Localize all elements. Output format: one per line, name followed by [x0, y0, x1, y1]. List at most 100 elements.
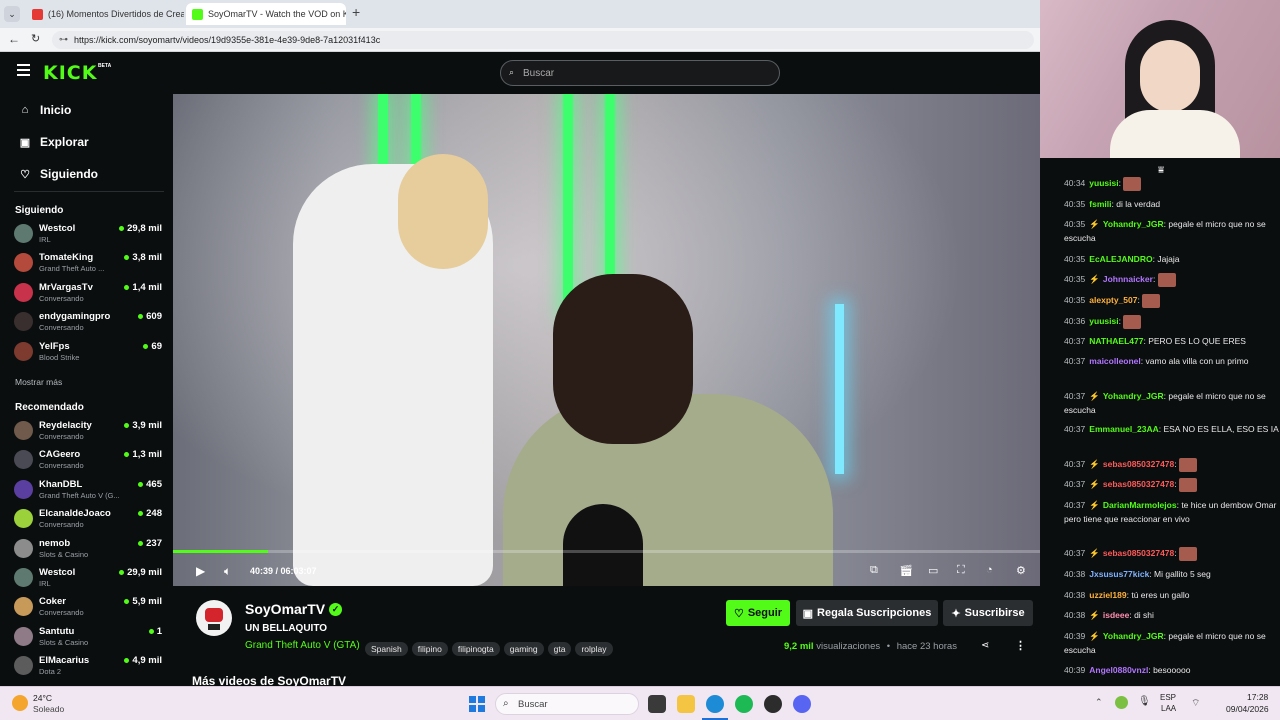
clock-time[interactable]: 17:28 [1247, 692, 1268, 702]
play-icon[interactable]: ▶ [196, 564, 205, 578]
url-text: https://kick.com/soyomartv/videos/19d935… [74, 35, 381, 45]
sidebar-channel-coker[interactable]: Coker Conversando 5,9 mil [14, 594, 162, 620]
nav-explorar[interactable]: ▣ Explorar [18, 135, 89, 149]
chevron-up-icon[interactable]: ⌃ [1095, 697, 1103, 708]
viewer-number: 4,9 mil [132, 655, 162, 667]
microphone-icon[interactable]: 🎙︎ [1138, 696, 1151, 707]
edge-icon[interactable] [706, 695, 724, 713]
message-username[interactable]: yuusisi [1089, 178, 1118, 188]
tab-list-chevron-icon[interactable]: ⌄ [4, 6, 20, 22]
reload-icon[interactable]: ↻ [31, 32, 40, 45]
video-frame[interactable] [173, 94, 1040, 586]
message-username[interactable]: Yohandry_JGR [1103, 219, 1164, 229]
sidebar-channel-khandbl[interactable]: KhanDBL Grand Theft Auto V (G... 465 [14, 477, 162, 503]
message-username[interactable]: alexpty_507 [1089, 295, 1137, 305]
taskbar-search[interactable]: ⌕ Buscar [495, 693, 639, 715]
message-username[interactable]: Johnnaicker [1103, 274, 1153, 284]
app-icon[interactable] [764, 695, 782, 713]
message-username[interactable]: Yohandry_JGR [1103, 631, 1164, 641]
sidebar-channel-reydelacity[interactable]: Reydelacity Conversando 3,9 mil [14, 418, 162, 444]
message-username[interactable]: maicolleonel [1089, 356, 1141, 366]
chat-message: 40:37 ⚡ DarianMarmolejos: te hice un dembo… [1064, 500, 1277, 524]
sidebar-channel-yelfps[interactable]: YelFps Blood Strike 69 [14, 339, 162, 365]
weather-icon[interactable] [12, 695, 28, 711]
kick-logo[interactable]: KICK [43, 62, 97, 84]
network-icon[interactable]: ⌔ [1191, 697, 1200, 710]
message-username[interactable]: Angel0880vnzl [1089, 665, 1148, 675]
viewer-count: 609 [138, 311, 162, 322]
message-username[interactable]: Emmanuel_23AA [1089, 424, 1158, 434]
follow-button[interactable]: ♡ Seguir [726, 600, 790, 626]
message-username[interactable]: isdeee [1103, 610, 1129, 620]
discord-icon[interactable] [793, 695, 811, 713]
sidebar-channel-tomateking[interactable]: TomateKing Grand Theft Auto ... 3,8 mil [14, 250, 162, 276]
message-username[interactable]: sebas0850327478 [1103, 479, 1174, 489]
fullscreen-icon[interactable]: ⛶ [957, 564, 965, 577]
tag[interactable]: filipino [411, 642, 448, 656]
windows-start-icon[interactable] [469, 696, 485, 712]
language-code[interactable]: ESP [1160, 693, 1176, 702]
new-tab-button[interactable]: + [352, 4, 360, 20]
message-username[interactable]: fsmili [1089, 199, 1111, 209]
subscribe-button[interactable]: ✦ Suscribirse [943, 600, 1033, 626]
channel-name: endygamingpro [39, 311, 111, 323]
message-username[interactable]: sebas0850327478 [1103, 548, 1174, 558]
message-username[interactable]: yuusisi [1089, 316, 1118, 326]
tag[interactable]: gta [547, 642, 572, 656]
message-username[interactable]: Yohandry_JGR [1103, 391, 1164, 401]
clip-icon[interactable]: 🎬︎ [899, 564, 913, 577]
sidebar-channel-westcol[interactable]: Westcol IRL 29,8 mil [14, 221, 162, 247]
message-username[interactable]: DarianMarmolejos [1103, 500, 1177, 510]
search-input[interactable]: ⌕ Buscar [500, 60, 780, 86]
category-link[interactable]: Grand Theft Auto V (GTA) [245, 640, 360, 651]
sidebar-channel-santutu[interactable]: Santutu Slots & Casino 1 [14, 624, 162, 650]
sidebar-channel-mrvargastv[interactable]: MrVargasTv Conversando 1,4 mil [14, 280, 162, 306]
chat-message: 40:38 ⚡ isdeee: di shi [1064, 610, 1154, 620]
viewer-number: 1,3 mil [132, 449, 162, 461]
nav-inicio[interactable]: ⌂ Inicio [18, 103, 72, 117]
sidebar-channel-cageero[interactable]: CAGeero Conversando 1,3 mil [14, 447, 162, 473]
speed-icon[interactable]: ◔ [986, 564, 993, 576]
sidebar-channel-nemob[interactable]: nemob Slots & Casino 237 [14, 536, 162, 562]
progress-bar[interactable] [173, 550, 1040, 553]
message-username[interactable]: sebas0850327478 [1103, 459, 1174, 469]
tag[interactable]: gaming [503, 642, 544, 656]
theater-icon[interactable]: ▭ [928, 564, 938, 577]
tab-soyomartv[interactable]: SoyOmarTV - Watch the VOD on K ✕ [186, 3, 346, 25]
message-username[interactable]: NATHAEL477 [1089, 336, 1143, 346]
back-icon[interactable]: ← [8, 32, 20, 46]
tag[interactable]: filipinogta [451, 642, 500, 656]
viewer-count: 5,9 mil [124, 596, 162, 607]
miniplayer-icon[interactable]: ⧉ [870, 564, 878, 577]
message-username[interactable]: uzziel189 [1089, 590, 1126, 600]
filter-icon[interactable]: ⩸ [1158, 165, 1164, 176]
file-explorer-icon[interactable] [677, 695, 695, 713]
url-field[interactable]: ⊶ https://kick.com/soyomartv/videos/19d9… [52, 31, 1034, 49]
channel-avatar[interactable] [196, 600, 232, 636]
sidebar-channel-westcol[interactable]: Westcol IRL 29,9 mil [14, 565, 162, 591]
message-username[interactable]: EcALEJANDRO [1089, 254, 1152, 264]
tab-momentos[interactable]: (16) Momentos Divertidos de Crea ✕ [26, 3, 184, 25]
tag[interactable]: Spanish [365, 642, 408, 656]
nav-siguiendo[interactable]: ♡ Siguiendo [18, 167, 98, 181]
channel-category: Grand Theft Auto ... [39, 264, 105, 274]
share-icon[interactable]: ⋖ [981, 640, 989, 651]
menu-icon[interactable] [17, 64, 30, 76]
gift-subs-button[interactable]: ▣ Regala Suscripciones [796, 600, 938, 626]
task-view-icon[interactable] [648, 695, 666, 713]
settings-icon[interactable]: ⚙ [1016, 564, 1026, 577]
sidebar-channel-elcanaldejoaco[interactable]: ElcanaldeJoaco Conversando 248 [14, 506, 162, 532]
sidebar-channel-endygamingpro[interactable]: endygamingpro Conversando 609 [14, 309, 162, 335]
more-options-icon[interactable]: ⋮ [1015, 639, 1026, 652]
spotify-icon[interactable] [735, 695, 753, 713]
channel-category: Conversando [39, 293, 84, 303]
volume-icon[interactable]: 🔈︎ [224, 564, 231, 579]
tray-app-icon[interactable] [1115, 696, 1128, 709]
tab-title: (16) Momentos Divertidos de Crea [48, 9, 184, 19]
show-more-link[interactable]: Mostrar más [15, 377, 62, 387]
tag[interactable]: rolplay [575, 642, 613, 656]
channel-name[interactable]: SoyOmarTV [245, 601, 325, 617]
sidebar-channel-elmacarius[interactable]: ElMacarius Dota 2 4,9 mil [14, 653, 162, 679]
message-username[interactable]: Jxsusus77kick [1089, 569, 1149, 579]
site-info-icon[interactable]: ⊶ [59, 34, 68, 45]
